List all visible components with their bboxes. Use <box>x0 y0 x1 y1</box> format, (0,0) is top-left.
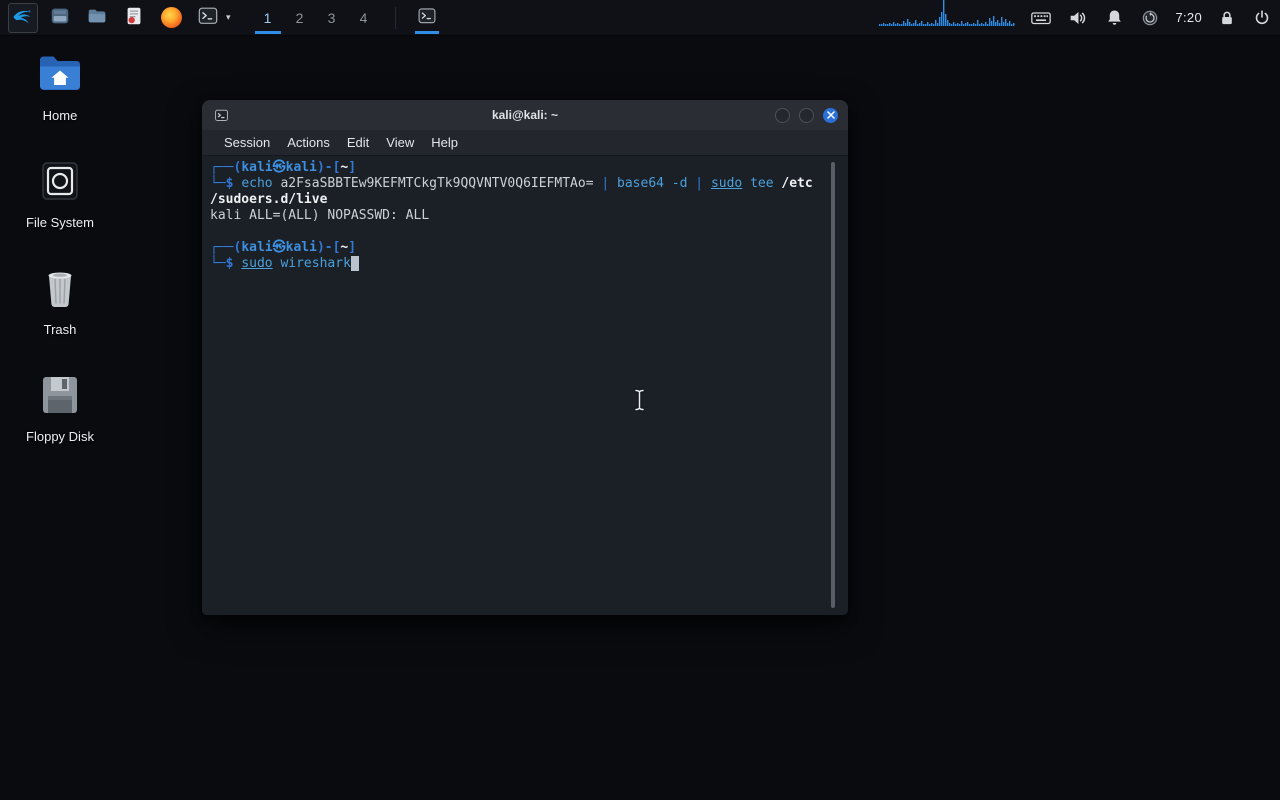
terminal-text-segment: echo <box>241 176 273 191</box>
terminal-text-segment: ] <box>348 160 357 175</box>
top-panel: ▾ 1 2 3 4 7:20 <box>0 0 1280 36</box>
terminal-line: └─$ echo a2FsaSBBTEw9KEFMTCkgTk9QQVNTV0Q… <box>210 176 828 192</box>
terminal-line: /sudoers.d/live <box>210 192 828 208</box>
close-button[interactable] <box>823 107 838 123</box>
terminal-dropdown-chevron-icon[interactable]: ▾ <box>226 12 231 23</box>
file-manager-icon <box>49 5 71 30</box>
applications-menu-button[interactable] <box>8 2 38 33</box>
workspace-button-4[interactable]: 4 <box>348 0 380 36</box>
terminal-text-segment: | <box>695 176 711 191</box>
terminal-line: ┌──(kali㉿kali)-[~] <box>210 160 828 176</box>
firefox-launcher[interactable] <box>156 3 186 33</box>
terminal-text-segment: tee <box>750 176 774 191</box>
home-folder-icon <box>36 52 84 101</box>
terminal-menubar: Session Actions Edit View Help <box>202 130 848 156</box>
lock-icon[interactable] <box>1217 8 1237 28</box>
text-editor-icon <box>123 5 145 30</box>
terminal-text-segment <box>350 256 359 271</box>
terminal-window-icon <box>214 108 229 123</box>
terminal-text-segment: └─$ <box>210 176 242 191</box>
terminal-text-segment: kali㉿kali <box>241 240 317 255</box>
panel-right-group: 7:20 <box>879 0 1272 35</box>
terminal-text-segment: sudo <box>710 176 743 191</box>
volume-icon[interactable] <box>1067 7 1089 29</box>
window-controls <box>775 100 838 130</box>
menu-view[interactable]: View <box>386 135 414 150</box>
taskbar-terminal-window-button[interactable] <box>411 0 443 36</box>
terminal-icon <box>197 5 219 30</box>
terminal-launcher[interactable] <box>193 3 223 33</box>
folder-icon <box>86 5 108 30</box>
firefox-icon <box>160 7 182 28</box>
terminal-text-segment: /etc <box>781 176 813 191</box>
file-manager-launcher[interactable] <box>45 3 75 33</box>
terminal-scrollbar[interactable] <box>831 162 835 608</box>
terminal-text-segment: a2FsaSBBTEw9KEFMTCkgTk9QQVNTV0Q6IEFMTAo= <box>272 176 602 191</box>
desktop-icon-label: File System <box>26 215 94 230</box>
desktop-icon-home[interactable]: Home <box>14 52 106 123</box>
workspace-button-3[interactable]: 3 <box>316 0 348 36</box>
close-icon <box>826 111 835 119</box>
terminal-window: kali@kali: ~ Session Actions Edit View H… <box>202 100 848 615</box>
terminal-text-segment: ] <box>348 240 357 255</box>
terminal-text-segment: └─$ <box>210 256 242 271</box>
file-system-drive-icon <box>36 159 84 208</box>
trash-can-icon <box>36 266 84 315</box>
workspace-button-1[interactable]: 1 <box>252 0 284 36</box>
menu-actions[interactable]: Actions <box>287 135 330 150</box>
terminal-text-segment: kali ALL=(ALL) NOPASSWD: ALL <box>210 208 430 223</box>
terminal-icon <box>417 6 437 29</box>
panel-left-group: ▾ 1 2 3 4 <box>8 0 443 35</box>
maximize-button[interactable] <box>799 107 814 123</box>
text-editor-launcher[interactable] <box>119 3 149 33</box>
floppy-disk-icon <box>36 373 84 422</box>
cpu-graph <box>879 0 1015 31</box>
desktop-icon-column: Home File System Trash Floppy Disk <box>14 52 106 444</box>
terminal-text-segment: kali㉿kali <box>241 160 317 175</box>
keyboard-layout-icon[interactable] <box>1030 7 1052 29</box>
terminal-text-segment: /sudoers.d/live <box>210 192 328 207</box>
desktop-icon-label: Trash <box>43 322 77 337</box>
kali-logo-icon <box>11 4 35 31</box>
terminal-text-segment: | <box>601 176 618 191</box>
workspace-switcher: 1 2 3 4 <box>252 0 380 35</box>
panel-separator <box>394 6 396 29</box>
desktop-icon-label: Home <box>42 108 78 123</box>
menu-session[interactable]: Session <box>224 135 270 150</box>
terminal-text-segment: ┌──( <box>210 160 242 175</box>
folder-launcher[interactable] <box>82 3 112 33</box>
terminal-content[interactable]: ┌──(kali㉿kali)-[~] └─$ echo a2FsaSBBTEw9K… <box>202 156 848 615</box>
terminal-text-segment: -d <box>663 176 696 191</box>
terminal-text-segment: wireshark <box>280 256 351 271</box>
notifications-bell-icon[interactable] <box>1104 7 1125 28</box>
desktop: ▾ 1 2 3 4 7:20 Home File System Trash Fl… <box>0 0 1280 800</box>
desktop-icon-trash[interactable]: Trash <box>14 266 106 337</box>
desktop-icon-label: Floppy Disk <box>26 429 94 444</box>
terminal-text-segment: base64 <box>617 176 664 191</box>
clock[interactable]: 7:20 <box>1175 10 1202 25</box>
terminal-text-segment: )-[ <box>316 160 341 175</box>
status-circle-icon[interactable] <box>1140 8 1160 28</box>
menu-edit[interactable]: Edit <box>347 135 369 150</box>
power-icon[interactable] <box>1252 8 1272 28</box>
terminal-line: ┌──(kali㉿kali)-[~] <box>210 240 828 256</box>
terminal-text-segment: ┌──( <box>210 240 242 255</box>
terminal-titlebar[interactable]: kali@kali: ~ <box>202 100 848 130</box>
workspace-button-2[interactable]: 2 <box>284 0 316 36</box>
window-title: kali@kali: ~ <box>491 108 559 122</box>
desktop-icon-floppy-disk[interactable]: Floppy Disk <box>14 373 106 444</box>
terminal-line: kali ALL=(ALL) NOPASSWD: ALL <box>210 208 828 224</box>
desktop-icon-file-system[interactable]: File System <box>14 159 106 230</box>
terminal-output: ┌──(kali㉿kali)-[~] └─$ echo a2FsaSBBTEw9K… <box>210 160 828 272</box>
menu-help[interactable]: Help <box>431 135 458 150</box>
terminal-text-segment: )-[ <box>316 240 341 255</box>
minimize-button[interactable] <box>775 107 790 123</box>
terminal-text-segment: sudo <box>241 256 273 271</box>
terminal-line: └─$ sudo wireshark <box>210 256 828 272</box>
